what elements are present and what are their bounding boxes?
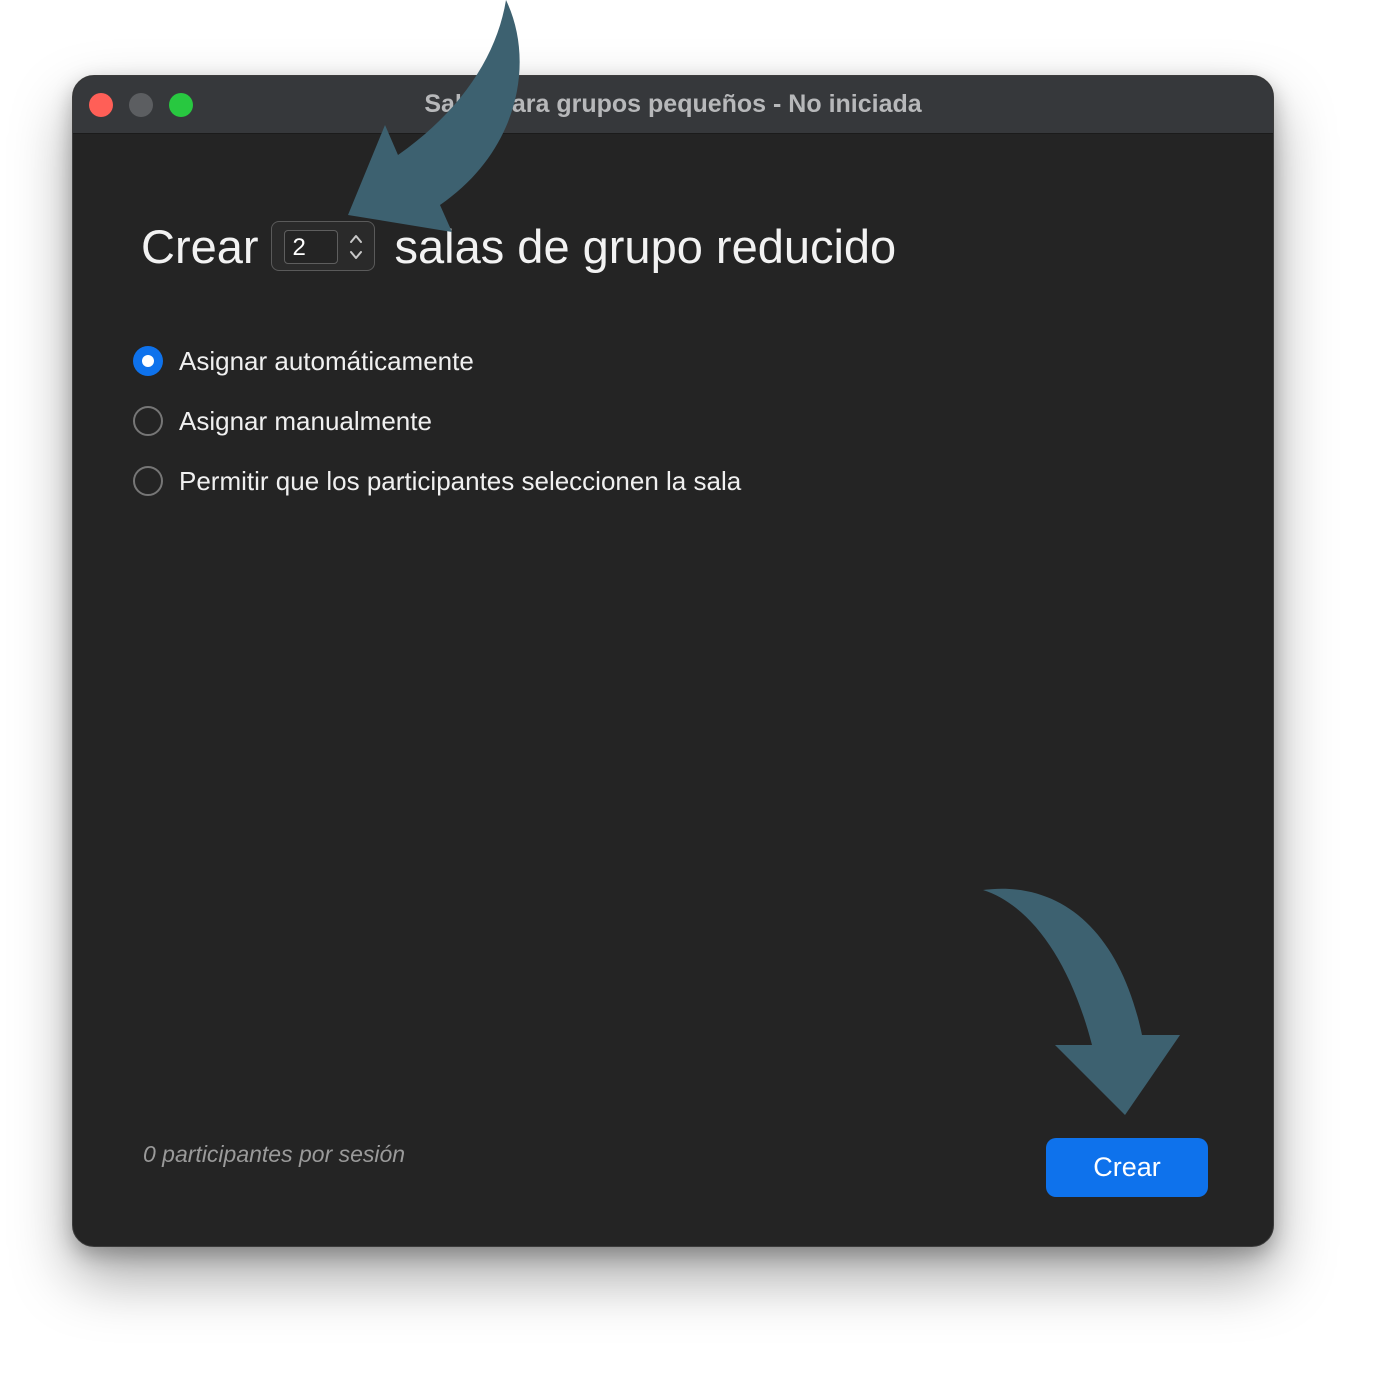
radio-manual-assign[interactable] <box>133 406 163 436</box>
option-auto-assign[interactable]: Asignar automáticamente <box>133 331 741 391</box>
room-count-input[interactable]: 2 <box>283 230 338 264</box>
title-bar: Salas para grupos pequeños - No iniciada <box>73 76 1273 134</box>
radio-auto-assign[interactable] <box>133 346 163 376</box>
heading-prefix: Crear <box>141 219 259 273</box>
create-button[interactable]: Crear <box>1046 1138 1208 1197</box>
room-count-stepper[interactable]: 2 <box>270 221 375 271</box>
option-participants-choose[interactable]: Permitir que los participantes seleccion… <box>133 451 741 511</box>
window-title: Salas para grupos pequeños - No iniciada <box>424 90 922 118</box>
heading-suffix: salas de grupo reducido <box>394 219 897 273</box>
radio-participants-choose[interactable] <box>133 466 163 496</box>
participants-per-session: 0 participantes por sesión <box>143 1141 406 1167</box>
breakout-rooms-window: Salas para grupos pequeños - No iniciada… <box>72 75 1274 1247</box>
screenshot-stage: Salas para grupos pequeños - No iniciada… <box>0 0 1378 1380</box>
stepper-arrows-icon[interactable] <box>348 230 364 264</box>
option-manual-assign[interactable]: Asignar manualmente <box>133 391 741 451</box>
option-label: Asignar manualmente <box>179 405 432 436</box>
option-label: Permitir que los participantes seleccion… <box>179 465 742 496</box>
create-rooms-heading: Crear 2 salas de grupo reducido <box>141 216 896 276</box>
assignment-options: Asignar automáticamente Asignar manualme… <box>133 331 741 511</box>
option-label: Asignar automáticamente <box>179 345 474 376</box>
